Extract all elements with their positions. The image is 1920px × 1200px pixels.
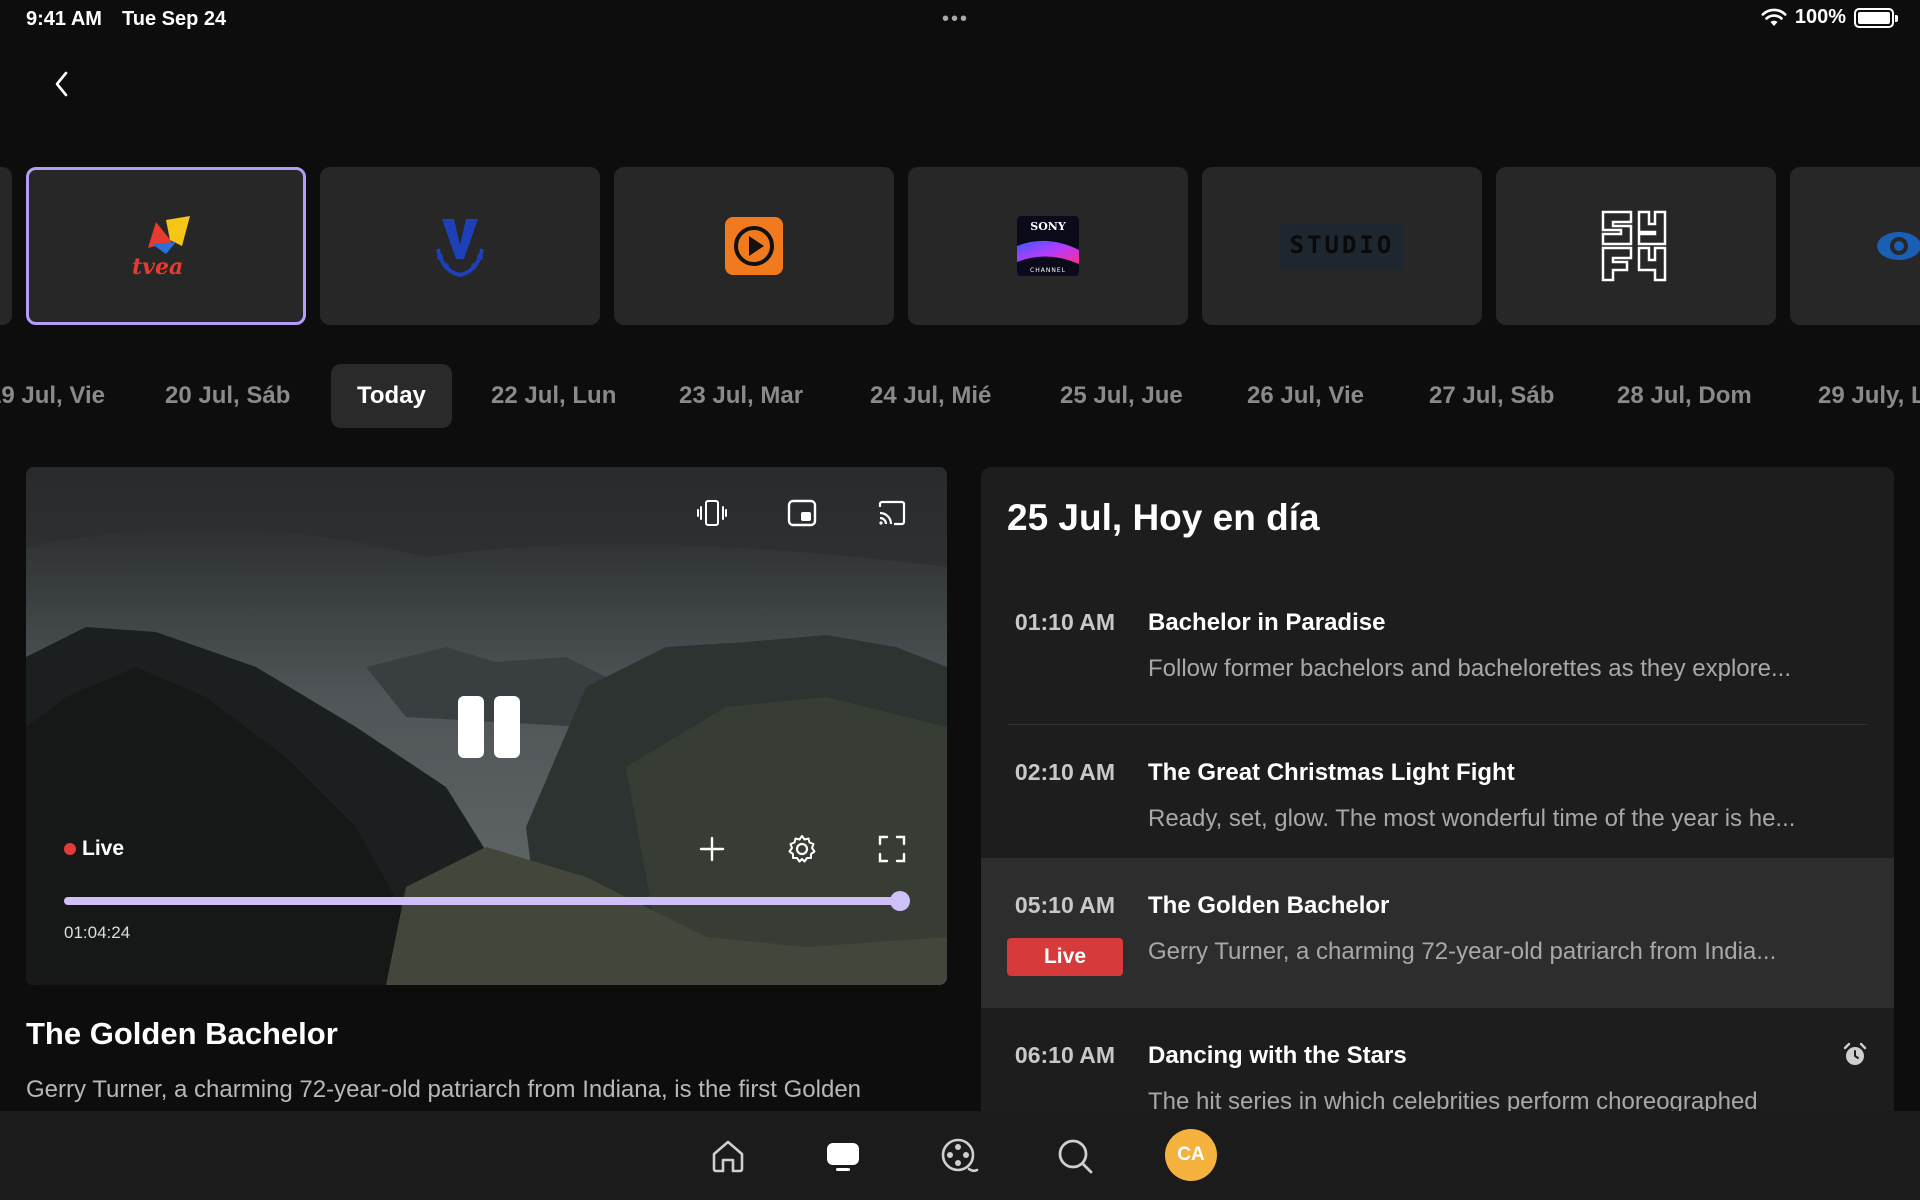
schedule-title: 25 Jul, Hoy en día [1007,497,1320,538]
nav-home-button[interactable] [703,1131,753,1181]
program-description: Ready, set, glow. The most wonderful tim… [1148,805,1796,832]
live-dot-icon [64,843,76,855]
tv-icon [827,1143,859,1171]
cast-button[interactable] [870,491,914,535]
date-item-today[interactable]: Today [331,364,452,428]
live-label: Live [82,837,125,860]
pause-button[interactable] [454,692,524,762]
nav-live-tv-button[interactable] [818,1131,868,1181]
channel-card-v[interactable] [320,167,600,325]
pip-icon [787,499,817,527]
multitask-dots[interactable]: ••• [942,8,969,31]
schedule-row[interactable]: 06:10 AM Dancing with the Stars The hit … [981,1008,1894,1111]
pause-icon-bar [494,696,520,758]
reminder-button[interactable] [1840,1040,1870,1070]
date-item[interactable]: 19 Jul, Vie [0,364,105,428]
program-description: Follow former bachelors and bachelorette… [1148,655,1791,682]
rotate-phone-icon [697,500,727,526]
status-bar: 9:41 AM Tue Sep 24 ••• 100% [0,0,1920,40]
program-time: 01:10 AM [1014,609,1116,635]
program-name: Bachelor in Paradise [1148,609,1386,636]
schedule-panel[interactable]: 25 Jul, Hoy en día 01:10 AM Bachelor in … [981,467,1894,1111]
wifi-icon [1761,8,1787,26]
gear-icon [788,835,816,863]
date-item[interactable]: 27 Jul, Sáb [1429,364,1554,428]
channel-card-syfy[interactable] [1496,167,1776,325]
chevron-left-icon [55,71,68,97]
progress-bar[interactable] [64,891,910,911]
alarm-clock-icon [1843,1042,1867,1065]
battery-percent: 100% [1794,6,1846,28]
schedule-row[interactable]: 02:10 AM The Great Christmas Light Fight… [981,725,1894,875]
home-icon [712,1140,744,1173]
plus-icon [699,836,725,862]
status-time: 9:41 AM [26,8,102,30]
channel-card-tvea[interactable]: tvea [26,167,306,325]
search-icon [1058,1139,1093,1174]
add-to-list-button[interactable] [690,827,734,871]
program-description: Gerry Turner, a charming 72-year-old pat… [1148,938,1777,965]
svg-text:CHANNEL: CHANNEL [1030,267,1066,274]
show-description: Gerry Turner, a charming 72-year-old pat… [26,1076,862,1103]
svg-text:tvea: tvea [132,254,183,278]
battery-icon [1854,7,1898,28]
status-date: Tue Sep 24 [122,8,227,30]
program-name: The Golden Bachelor [1148,892,1390,919]
back-button[interactable] [40,62,84,106]
program-time: 06:10 AM [1014,1042,1116,1068]
settings-button[interactable] [780,827,824,871]
studio-universal-logo: STUDIO [1280,223,1404,269]
date-selector[interactable]: 19 Jul, Vie 20 Jul, Sáb Today 22 Jul, Lu… [0,364,1920,428]
channel-card-partial[interactable] [0,167,12,325]
v-laurel-logo [436,219,484,278]
live-badge: Live [1007,938,1123,976]
date-item[interactable]: 24 Jul, Mié [870,364,991,428]
channel-card-cbs-partial[interactable] [1790,167,1920,325]
program-time: 05:10 AM [1014,892,1116,918]
play-logo-icon [725,217,783,275]
program-time: 02:10 AM [1014,759,1116,785]
nav-search-button[interactable] [1050,1131,1100,1181]
video-player[interactable]: Live 01:04:24 [26,467,947,985]
svg-text:STUDIO: STUDIO [1290,231,1395,259]
show-title: The Golden Bachelor [26,1016,338,1051]
schedule-row[interactable]: 01:10 AM Bachelor in Paradise Follow for… [981,575,1894,725]
progress-handle[interactable] [890,891,910,911]
date-item[interactable]: 20 Jul, Sáb [165,364,290,428]
schedule-row-live[interactable]: 05:10 AM Live The Golden Bachelor Gerry … [981,858,1894,1008]
cast-icon [878,500,906,526]
fullscreen-button[interactable] [870,827,914,871]
nav-movies-button[interactable] [934,1131,984,1181]
cbs-eye-logo [1877,232,1920,260]
picture-in-picture-button[interactable] [780,491,824,535]
date-item[interactable]: 26 Jul, Vie [1247,364,1364,428]
channel-card-studio-universal[interactable]: STUDIO [1202,167,1482,325]
channel-card-play[interactable] [614,167,894,325]
status-indicators: 100% [1761,6,1898,29]
program-name: Dancing with the Stars [1148,1042,1407,1069]
date-item[interactable]: 29 July, L [1818,364,1920,428]
film-reel-icon [941,1138,979,1173]
date-item[interactable]: 22 Jul, Lun [491,364,616,428]
program-description: The hit series in which celebrities perf… [1148,1088,1758,1111]
profile-avatar[interactable]: CA [1165,1129,1217,1181]
fullscreen-icon [878,835,906,863]
elapsed-time: 01:04:24 [64,923,131,942]
live-indicator: Live [64,837,124,861]
pause-icon-bar [458,696,484,758]
tvea-logo: tvea [132,216,190,278]
svg-text:SONY: SONY [1030,220,1066,233]
date-item[interactable]: 28 Jul, Dom [1617,364,1752,428]
rotate-screen-button[interactable] [690,491,734,535]
bottom-navigation: CA [0,1111,1920,1200]
sony-channel-logo: SONY CHANNEL [1017,216,1079,276]
progress-fill [64,897,900,905]
date-item[interactable]: 23 Jul, Mar [679,364,803,428]
syfy-logo [1601,210,1667,282]
channel-carousel[interactable]: tvea SONY CHANNEL STUDIO [0,167,1920,325]
channel-card-sony[interactable]: SONY CHANNEL [908,167,1188,325]
date-item[interactable]: 25 Jul, Jue [1060,364,1183,428]
program-name: The Great Christmas Light Fight [1148,759,1515,786]
